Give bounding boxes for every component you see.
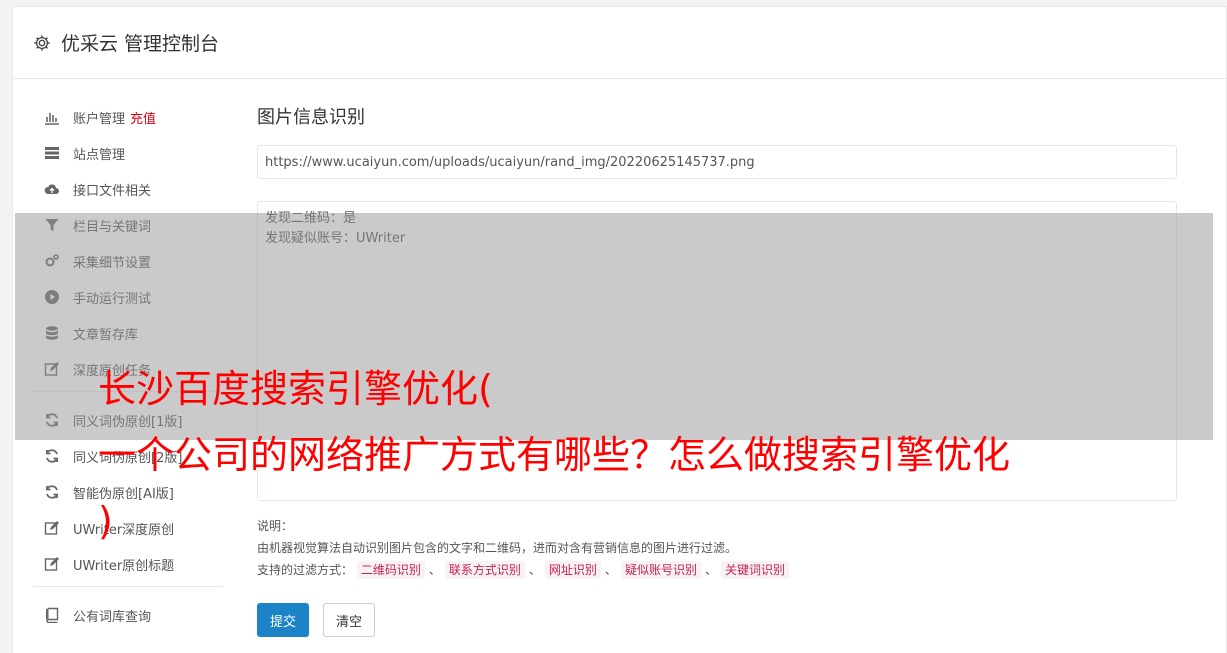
bar-chart-icon (43, 108, 61, 126)
page-header: 优采云 管理控制台 (13, 7, 1226, 79)
sidebar-item-label: 公有词库查询 (73, 609, 152, 625)
edit-icon (43, 519, 61, 537)
sidebar-item-interface-files[interactable]: 接口文件相关 (33, 171, 223, 207)
filter-separator: 、 (704, 563, 717, 577)
sidebar-item-sites[interactable]: 站点管理 (33, 135, 223, 171)
overlay-title-line: 一个公司的网络推广方式有哪些？怎么做搜索引擎优化 (98, 433, 1011, 477)
filter-tag: 网址识别 (544, 561, 601, 579)
sidebar-item-account[interactable]: 账户管理 充值 (33, 99, 223, 135)
overlay-title-line: 长沙百度搜索引擎优化( (98, 367, 493, 411)
sidebar-item-public-lexicon[interactable]: 公有词库查询 (33, 597, 223, 633)
server-icon (43, 144, 61, 162)
sidebar-item-label: 站点管理 (73, 147, 126, 163)
sidebar-item-label: UWriter原创标题 (73, 558, 175, 574)
overlay-title: 长沙百度搜索引擎优化( 一个公司的网络推广方式有哪些？怎么做搜索引擎优化 ) (98, 356, 1158, 554)
filter-label: 支持的过滤方式： (257, 563, 354, 577)
edit-icon (43, 555, 61, 573)
filter-methods: 支持的过滤方式： 二维码识别、联系方式识别、网址识别、疑似账号识别、关键词识别 (257, 559, 1177, 581)
sidebar-item-label: 接口文件相关 (73, 183, 152, 199)
form-buttons: 提交 清空 (257, 603, 1177, 637)
clear-button[interactable]: 清空 (323, 603, 376, 637)
filter-separator: 、 (528, 563, 541, 577)
recharge-link[interactable]: 充值 (130, 108, 156, 127)
filter-tag: 关键词识别 (720, 561, 789, 579)
page-title: 优采云 管理控制台 (61, 33, 220, 55)
filter-tag: 疑似账号识别 (620, 561, 701, 579)
filter-tag: 联系方式识别 (444, 561, 525, 579)
overlay-title-line: ) (98, 499, 113, 543)
filter-separator: 、 (428, 563, 441, 577)
image-url-input[interactable] (257, 145, 1177, 179)
refresh-icon (43, 447, 61, 465)
gear-icon (33, 34, 51, 52)
cloud-upload-icon (43, 180, 61, 198)
refresh-icon (43, 483, 61, 501)
filter-separator: 、 (604, 563, 617, 577)
section-title: 图片信息识别 (257, 107, 365, 128)
sidebar-item-label: 账户管理 (73, 111, 126, 127)
filter-tag: 二维码识别 (356, 561, 425, 579)
book-icon (43, 606, 61, 624)
submit-button[interactable]: 提交 (257, 603, 310, 637)
sidebar-divider (33, 586, 223, 587)
